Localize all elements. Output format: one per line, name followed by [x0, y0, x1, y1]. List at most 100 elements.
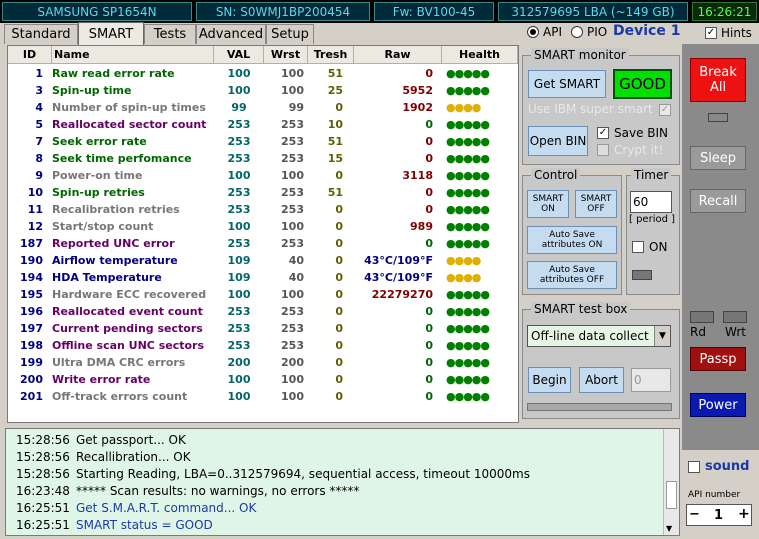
autosave-on-button[interactable]: Auto Save attributes ON	[527, 226, 617, 254]
cell-val: 200	[227, 356, 251, 369]
get-smart-button[interactable]: Get SMART	[528, 70, 606, 98]
tab-smart[interactable]: SMART	[78, 22, 144, 45]
passp-button[interactable]: Passp	[690, 347, 746, 371]
tab-tests[interactable]: Tests	[144, 24, 196, 44]
table-row[interactable]: 8 Seek time perfomance 253 253 15 0 ●●●●●	[8, 150, 518, 167]
recall-button[interactable]: Recall	[690, 189, 746, 213]
timer-title: Timer	[631, 168, 672, 182]
table-row[interactable]: 11 Recalibration retries 253 253 0 0 ●●●●●	[8, 201, 518, 218]
cell-id: 199	[20, 356, 43, 369]
increment-button[interactable]: +	[738, 506, 750, 522]
table-row[interactable]: 1 Raw read error rate 100 100 51 0 ●●●●●	[8, 65, 518, 82]
log-scrollbar[interactable]: ▼	[663, 429, 679, 535]
cell-raw: 0	[425, 118, 433, 131]
table-row[interactable]: 3 Spin-up time 100 100 25 5952 ●●●●●	[8, 82, 518, 99]
sound-checkbox[interactable]	[688, 461, 700, 473]
hints-checkbox[interactable]: ✓	[705, 27, 717, 39]
save-bin-checkbox[interactable]: ✓	[597, 127, 609, 139]
pio-radio[interactable]	[571, 26, 583, 38]
table-row[interactable]: 198 Offline scan UNC sectors 253 253 0 0 ●●●●●	[8, 337, 518, 354]
table-row[interactable]: 195 Hardware ECC recovered 100 100 0 22279270…	[8, 286, 518, 303]
sleep-button[interactable]: Sleep	[690, 146, 746, 170]
table-row[interactable]: 5 Reallocated sector count 253 253 10 0 ●●●●●	[8, 116, 518, 133]
cell-name: Recalibration retries	[52, 203, 180, 216]
cell-tresh: 0	[335, 373, 343, 386]
table-row[interactable]: 199 Ultra DMA CRC errors 200 200 0 0 ●●●●●	[8, 354, 518, 371]
cell-health: ●●●●●	[446, 67, 490, 80]
table-row[interactable]: 190 Airflow temperature 109 40 0 43°C/109°F ●●…	[8, 252, 518, 269]
crypt-it-checkbox[interactable]	[597, 144, 609, 156]
cell-id: 5	[35, 118, 43, 131]
cell-wrst: 100	[281, 373, 304, 386]
cell-raw: 0	[425, 203, 433, 216]
ibm-super-smart-checkbox[interactable]: ✓	[659, 104, 671, 116]
api-number-label: API number	[688, 490, 741, 500]
cell-health: ●●●●	[446, 254, 481, 267]
decrement-button[interactable]: −	[689, 507, 700, 522]
log-time: 15:28:56	[16, 467, 70, 481]
col-header-tresh[interactable]: Tresh	[308, 46, 354, 64]
cell-name: Start/stop count	[52, 220, 154, 233]
autosave-off-button[interactable]: Auto Save attributes OFF	[527, 261, 617, 289]
table-row[interactable]: 12 Start/stop count 100 100 0 989 ●●●●●	[8, 218, 518, 235]
timer-on-checkbox[interactable]	[632, 241, 644, 253]
rd-label: Rd	[690, 325, 706, 339]
table-row[interactable]: 7 Seek error rate 253 253 51 0 ●●●●●	[8, 133, 518, 150]
table-row[interactable]: 9 Power-on time 100 100 0 3118 ●●●●●	[8, 167, 518, 184]
cell-wrst: 100	[281, 390, 304, 403]
log-panel: 15:28:56 Get passport... OK 15:28:56 Recall…	[5, 428, 680, 536]
pio-label: PIO	[587, 25, 608, 39]
log-scroll-thumb[interactable]	[666, 481, 677, 509]
cell-raw: 43°C/109°F	[364, 271, 433, 284]
begin-button[interactable]: Begin	[528, 367, 571, 393]
sound-label: sound	[705, 459, 750, 474]
cell-raw: 0	[425, 135, 433, 148]
abort-button[interactable]: Abort	[579, 367, 624, 393]
cell-id: 3	[35, 84, 43, 97]
log-time: 16:25:51	[16, 501, 70, 515]
timer-period-input[interactable]: 60	[630, 191, 672, 213]
cell-id: 200	[20, 373, 43, 386]
cell-raw: 0	[425, 356, 433, 369]
open-bin-button[interactable]: Open BIN	[528, 126, 588, 156]
cell-val: 253	[227, 339, 251, 352]
api-radio[interactable]	[527, 26, 539, 38]
col-header-wrst[interactable]: Wrst	[264, 46, 308, 64]
cell-val: 100	[227, 67, 251, 80]
table-row[interactable]: 194 HDA Temperature 109 40 0 43°C/109°F ●●●●	[8, 269, 518, 286]
col-header-id[interactable]: ID	[8, 46, 52, 64]
col-header-name[interactable]: Name	[52, 46, 214, 64]
smart-off-button[interactable]: SMART OFF	[575, 190, 617, 218]
table-row[interactable]: 4 Number of spin-up times 99 99 0 1902 ●●●●	[8, 99, 518, 116]
smart-on-button[interactable]: SMART ON	[527, 190, 569, 218]
col-header-health[interactable]: Health	[442, 46, 518, 64]
test-type-selected-value: Off-line data collect	[531, 329, 649, 343]
hints-label: Hints	[721, 26, 752, 40]
tab-advanced[interactable]: Advanced	[196, 24, 266, 44]
cell-wrst: 253	[281, 339, 304, 352]
chevron-down-icon[interactable]: ▼	[654, 326, 670, 346]
cell-health: ●●●●●	[446, 203, 490, 216]
table-row[interactable]: 10 Spin-up retries 253 253 51 0 ●●●●●	[8, 184, 518, 201]
scroll-down-icon[interactable]: ▼	[666, 524, 672, 533]
table-row[interactable]: 201 Off-track errors count 100 100 0 0 ●●●●●	[8, 388, 518, 405]
table-row[interactable]: 187 Reported UNC error 253 253 0 0 ●●●●●	[8, 235, 518, 252]
test-progress-bar	[527, 403, 672, 411]
cell-val: 100	[227, 373, 251, 386]
control-title: Control	[531, 168, 581, 182]
table-row[interactable]: 200 Write error rate 100 100 0 0 ●●●●●	[8, 371, 518, 388]
col-header-raw[interactable]: Raw	[354, 46, 442, 64]
tab-setup[interactable]: Setup	[266, 24, 314, 44]
table-row[interactable]: 197 Current pending sectors 253 253 0 0 ●●●●●	[8, 320, 518, 337]
table-row[interactable]: 196 Reallocated event count 253 253 0 0 ●●●●●	[8, 303, 518, 320]
tab-standard[interactable]: Standard	[4, 24, 78, 44]
test-type-select[interactable]: Off-line data collect ▼	[527, 325, 671, 347]
cell-val: 253	[227, 305, 251, 318]
drive-firmware: Fw: BV100-45	[374, 2, 494, 21]
break-all-button[interactable]: Break All	[690, 58, 746, 102]
cell-raw: 0	[425, 373, 433, 386]
col-header-val[interactable]: VAL	[214, 46, 264, 64]
cell-name: Spin-up time	[52, 84, 132, 97]
api-number-stepper[interactable]: − 1 +	[686, 504, 752, 526]
power-button[interactable]: Power	[690, 393, 746, 417]
